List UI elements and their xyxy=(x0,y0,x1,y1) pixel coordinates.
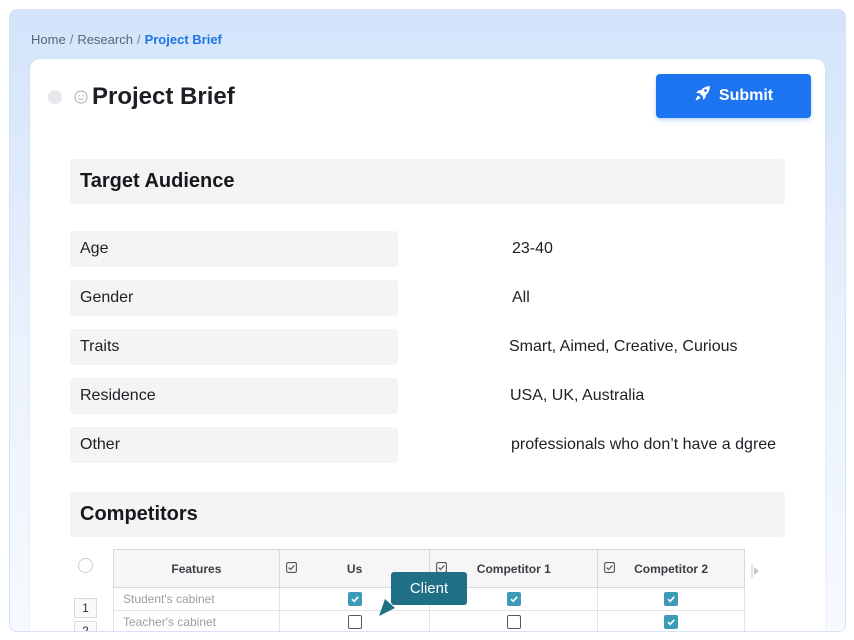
breadcrumb-current: Project Brief xyxy=(144,32,222,47)
select-all-radio[interactable] xyxy=(78,558,93,573)
row-number[interactable]: 1 xyxy=(74,598,97,618)
submit-button[interactable]: Submit xyxy=(656,74,811,118)
row-number[interactable]: 2 xyxy=(74,621,97,631)
app-frame: Home / Research / Project Brief Project Brie… xyxy=(9,9,846,632)
breadcrumb-separator: / xyxy=(69,32,74,47)
feature-cell[interactable]: Student's cabinet xyxy=(113,587,280,611)
breadcrumb-research[interactable]: Research xyxy=(77,32,133,47)
competitors-heading[interactable]: Competitors xyxy=(70,492,785,537)
checkbox-checked[interactable] xyxy=(664,615,679,630)
scroll-right-icon[interactable] xyxy=(751,563,761,584)
attr-value-residence[interactable]: USA, UK, Australia xyxy=(510,378,644,414)
title-row: Project Brief xyxy=(48,83,235,111)
smiley-icon[interactable] xyxy=(74,90,88,104)
competitor-2-cell xyxy=(597,587,745,611)
checkbox-column-icon xyxy=(285,562,297,576)
breadcrumb-separator: / xyxy=(136,32,141,47)
attr-value-traits[interactable]: Smart, Aimed, Creative, Curious xyxy=(509,329,738,365)
breadcrumb-home[interactable]: Home xyxy=(31,32,66,47)
attr-label-gender: Gender xyxy=(70,280,398,316)
competitor-1-cell xyxy=(429,610,599,631)
target-audience-heading[interactable]: Target Audience xyxy=(70,159,785,204)
checkbox-unchecked[interactable] xyxy=(347,615,362,630)
brief-card: Project Brief Submit Target Audience Age… xyxy=(30,59,825,631)
client-tooltip: Client xyxy=(391,572,467,605)
checkbox-checked[interactable] xyxy=(506,592,521,607)
competitor-2-cell xyxy=(597,610,745,631)
attr-label-residence: Residence xyxy=(70,378,398,414)
page-title[interactable]: Project Brief xyxy=(92,83,235,111)
status-dot[interactable] xyxy=(48,90,62,104)
feature-cell[interactable]: Teacher's cabinet xyxy=(113,610,280,631)
checkbox-column-icon xyxy=(604,562,616,576)
checkbox-checked[interactable] xyxy=(347,592,362,607)
attr-value-other[interactable]: professionals who don’t have a dgree xyxy=(511,427,776,463)
attr-label-other: Other xyxy=(70,427,398,463)
attr-label-age: Age xyxy=(70,231,398,267)
submit-label: Submit xyxy=(718,87,774,104)
checkbox-unchecked[interactable] xyxy=(506,615,521,630)
table-row: Teacher's cabinet xyxy=(113,610,745,631)
checkbox-checked[interactable] xyxy=(664,592,679,607)
breadcrumb: Home / Research / Project Brief xyxy=(31,32,222,47)
attr-value-age[interactable]: 23-40 xyxy=(512,231,553,267)
column-header-competitor-2[interactable]: Competitor 2 xyxy=(597,549,745,588)
tooltip-pointer-icon xyxy=(377,598,397,623)
attr-value-gender[interactable]: All xyxy=(512,280,530,316)
column-header-features[interactable]: Features xyxy=(113,549,280,588)
us-cell xyxy=(278,610,431,631)
attr-label-traits: Traits xyxy=(70,329,398,365)
rocket-icon xyxy=(694,85,711,107)
